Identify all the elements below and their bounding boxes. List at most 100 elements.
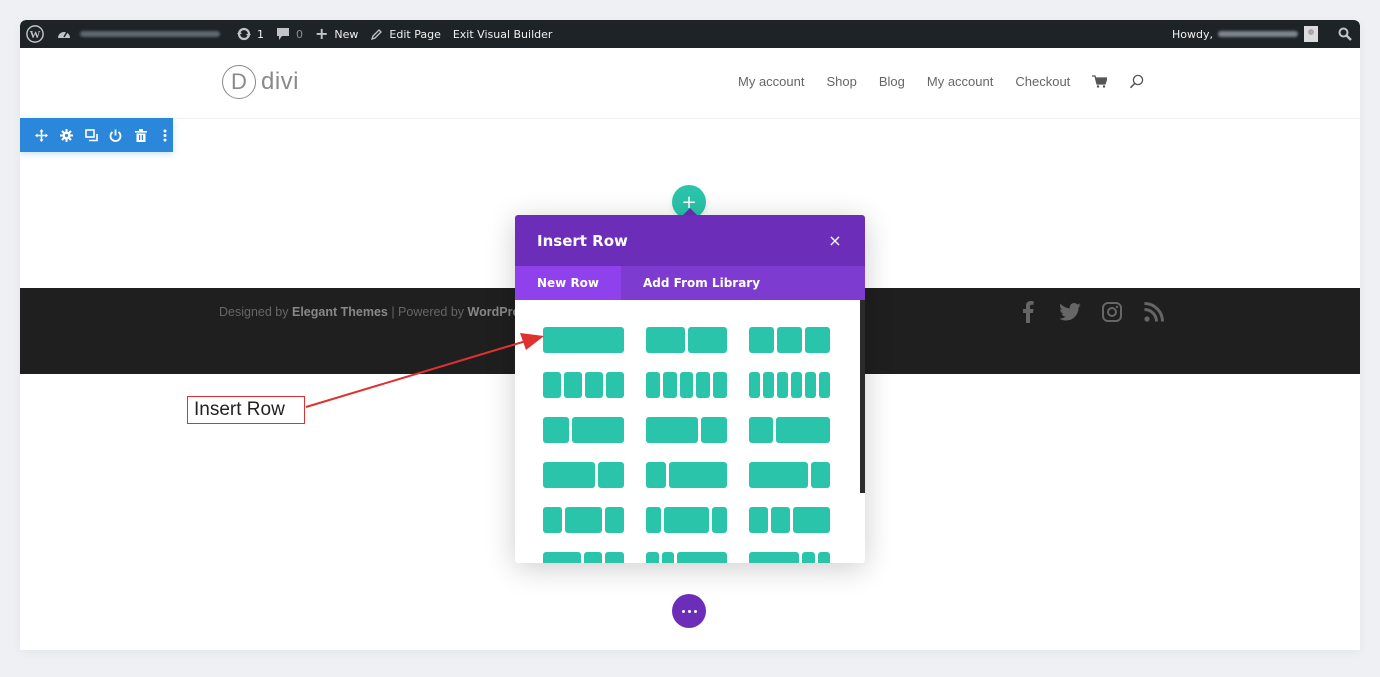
wp-logo-button[interactable]: W [20, 20, 50, 48]
row-layout-option[interactable] [646, 507, 727, 533]
edit-page-link[interactable]: Edit Page [364, 20, 446, 48]
logo-text: divi [261, 68, 300, 95]
row-layout-option[interactable] [749, 552, 830, 563]
layout-column [713, 372, 727, 398]
layout-column [770, 507, 790, 533]
layout-column [583, 552, 603, 563]
layout-column [661, 552, 674, 563]
row-layout-grid [543, 327, 830, 563]
layout-column [572, 417, 624, 443]
modal-body [515, 300, 865, 563]
insert-row-modal: Insert Row × New Row Add From Library [515, 215, 865, 563]
layout-column [777, 327, 802, 353]
duplicate-icon[interactable] [83, 127, 99, 143]
credits-separator: | Powered by [387, 305, 468, 319]
row-layout-option[interactable] [749, 372, 830, 398]
search-icon[interactable] [1129, 74, 1144, 89]
tab-add-from-library[interactable]: Add From Library [621, 266, 782, 300]
layout-column [805, 372, 816, 398]
logo-mark: D [222, 65, 256, 99]
plus-icon: + [315, 24, 329, 43]
layout-column [677, 552, 727, 563]
row-layout-option[interactable] [749, 507, 830, 533]
modal-title: Insert Row [537, 231, 628, 250]
layout-column [810, 462, 830, 488]
row-layout-option[interactable] [646, 327, 727, 353]
rss-icon[interactable] [1142, 300, 1166, 324]
annotation-label: Insert Row [187, 396, 305, 424]
layout-column [606, 372, 624, 398]
nav-checkout[interactable]: Checkout [1015, 74, 1070, 89]
row-layout-option[interactable] [749, 417, 830, 443]
modal-scrollbar[interactable] [860, 300, 865, 493]
admin-search-button[interactable] [1332, 20, 1360, 48]
my-account-menu[interactable]: Howdy, [1166, 20, 1332, 48]
layout-column [749, 552, 799, 563]
credits-brand-link[interactable]: Elegant Themes [292, 305, 388, 319]
new-content-link[interactable]: + New [309, 20, 364, 48]
updates-link[interactable]: 1 [230, 20, 270, 48]
layout-column [776, 417, 830, 443]
row-layout-option[interactable] [543, 507, 624, 533]
disable-icon[interactable] [108, 127, 124, 143]
layout-column [749, 507, 768, 533]
layout-column [819, 372, 830, 398]
tab-new-row[interactable]: New Row [515, 266, 622, 300]
nav-shop[interactable]: Shop [826, 74, 856, 89]
exit-visual-builder-link[interactable]: Exit Visual Builder [447, 20, 559, 48]
settings-icon[interactable] [59, 127, 75, 143]
layout-column [749, 462, 808, 488]
site-name-link[interactable] [50, 20, 226, 48]
ellipsis-icon [681, 609, 697, 613]
layout-column [802, 552, 815, 563]
row-layout-option[interactable] [749, 462, 830, 488]
instagram-icon[interactable] [1100, 300, 1124, 324]
howdy-label: Howdy, [1172, 27, 1213, 41]
row-layout-option[interactable] [749, 327, 830, 353]
row-layout-option[interactable] [543, 417, 624, 443]
row-layout-option[interactable] [543, 372, 624, 398]
layout-column [543, 327, 624, 353]
layout-column [792, 507, 830, 533]
trash-icon[interactable] [133, 127, 149, 143]
layout-column [543, 372, 561, 398]
row-layout-option[interactable] [646, 417, 727, 443]
layout-column [664, 507, 709, 533]
nav-blog[interactable]: Blog [879, 74, 905, 89]
layout-column [564, 372, 582, 398]
row-layout-option[interactable] [646, 552, 727, 563]
layout-column [763, 372, 774, 398]
updates-count: 1 [257, 27, 264, 41]
row-layout-option[interactable] [543, 552, 624, 563]
row-layout-option[interactable] [646, 372, 727, 398]
nav-my-account-2[interactable]: My account [927, 74, 993, 89]
cart-icon[interactable] [1092, 75, 1108, 88]
layout-column [543, 552, 581, 563]
more-vertical-icon[interactable] [157, 127, 173, 143]
layout-column [564, 507, 603, 533]
credits-prefix: Designed by [219, 305, 289, 319]
facebook-icon[interactable] [1016, 300, 1040, 324]
page-settings-button[interactable] [672, 594, 706, 628]
layout-column [712, 507, 727, 533]
nav-my-account[interactable]: My account [738, 74, 804, 89]
move-icon[interactable] [34, 127, 50, 143]
layout-column [646, 507, 661, 533]
layout-column [749, 372, 760, 398]
comments-link[interactable]: 0 [270, 20, 309, 48]
row-layout-option[interactable] [646, 462, 727, 488]
social-icons [1016, 300, 1166, 324]
twitter-icon[interactable] [1058, 300, 1082, 324]
close-icon[interactable]: × [827, 231, 843, 250]
main-nav: My account Shop Blog My account Checkout [738, 74, 1166, 89]
layout-column [646, 372, 660, 398]
site-logo[interactable]: D divi [222, 65, 299, 99]
layout-column [777, 372, 788, 398]
username-redacted [1218, 31, 1298, 37]
footer-credits: Designed by Elegant Themes | Powered by … [219, 305, 533, 319]
layout-column [679, 372, 694, 398]
wordpress-icon: W [26, 25, 44, 43]
row-layout-option[interactable] [543, 327, 624, 353]
layout-column [646, 327, 685, 353]
row-layout-option[interactable] [543, 462, 624, 488]
